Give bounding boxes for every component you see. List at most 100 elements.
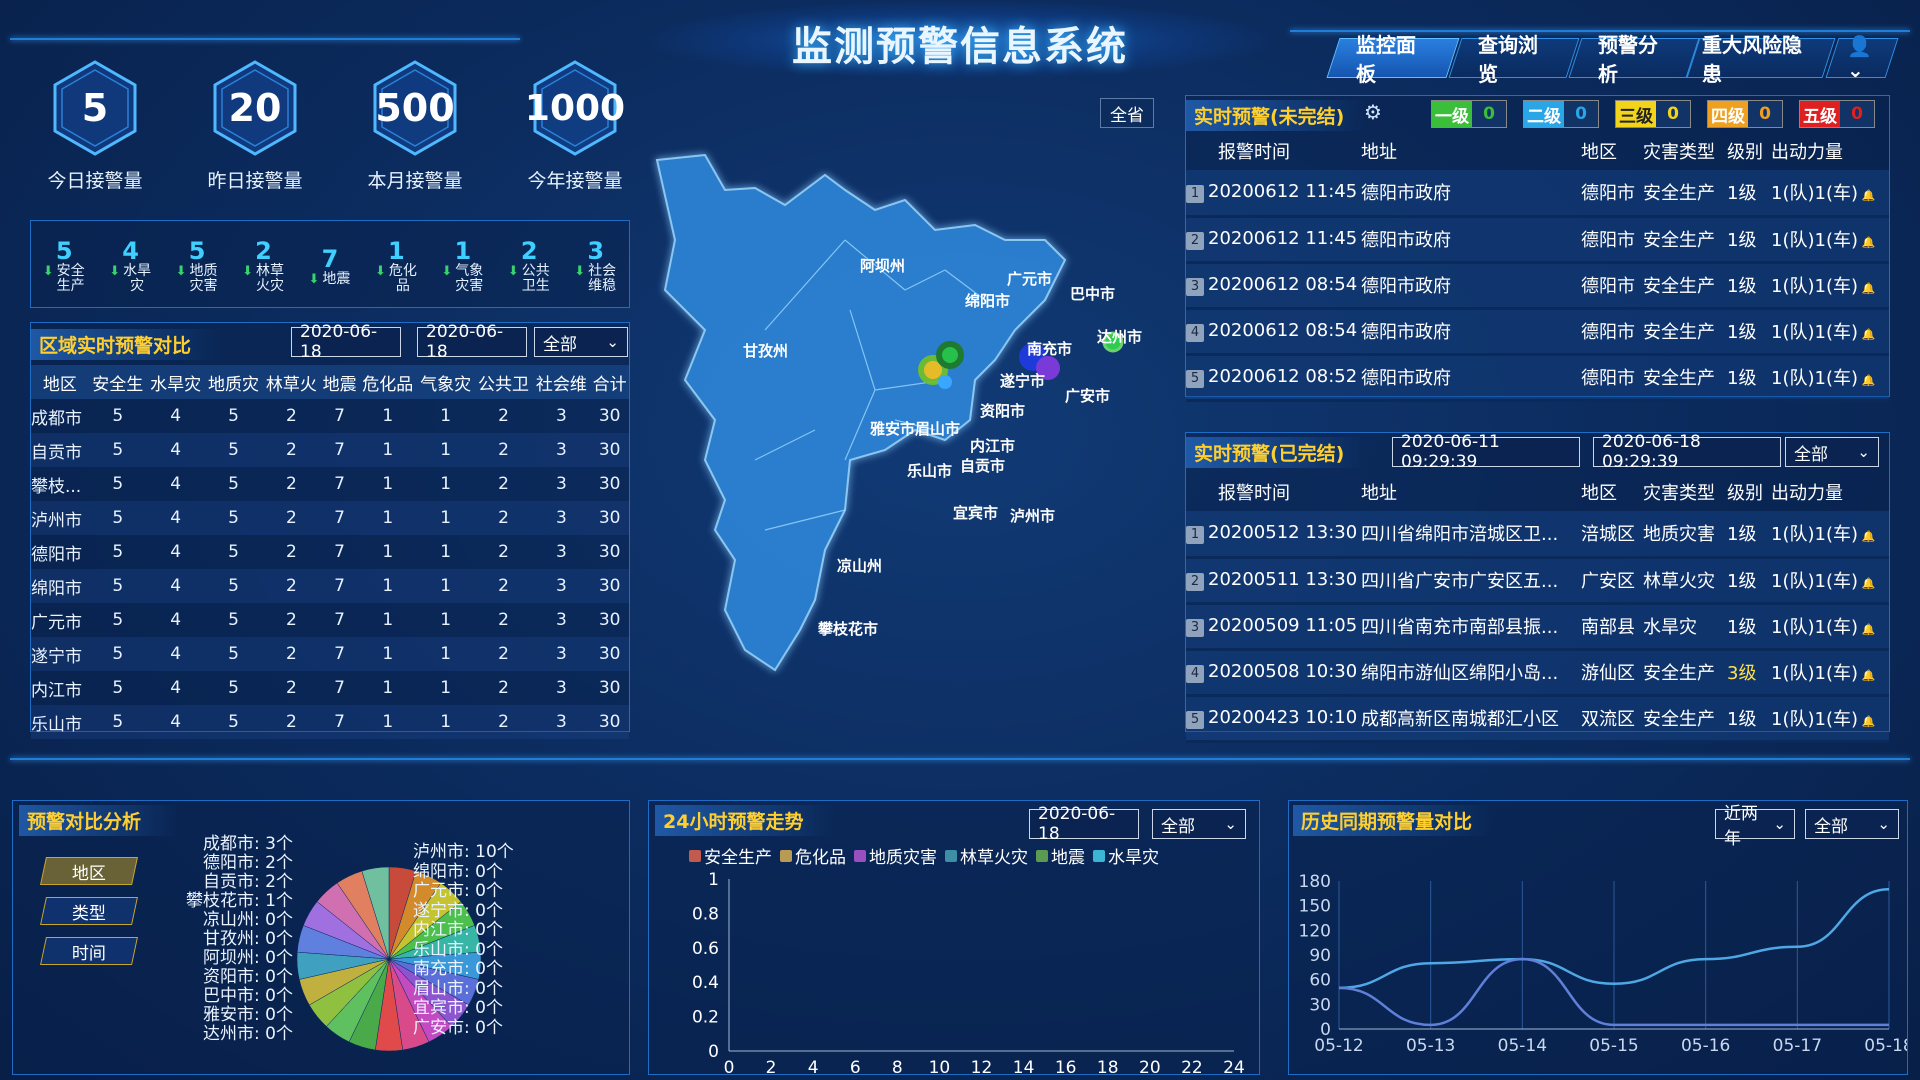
tab-analysis[interactable]: 预警分析	[1568, 33, 1700, 86]
compare-by-time-button[interactable]: 时间	[40, 937, 138, 965]
table-cell: 30	[590, 501, 629, 535]
bell-icon[interactable]: 🔔	[1858, 715, 1875, 728]
alert-row[interactable]: 3 20200509 11:05 四川省南充市南部县振... 南部县 水旱灾 1级 1(队)…	[1186, 603, 1889, 651]
done-alerts-title: 实时预警(已完结)	[1186, 437, 1366, 468]
history-range-select[interactable]: 近两年	[1715, 804, 1795, 849]
province-all-button[interactable]: 全省	[1100, 98, 1154, 128]
legend-item[interactable]: 安全生产	[689, 843, 772, 868]
table-row[interactable]: 广元市 5 4 5 2 7 1 1 2 3 30	[31, 603, 629, 637]
table-cell: 自贡市	[31, 433, 89, 467]
done-start-date[interactable]: 2020-06-11 09:29:39	[1392, 432, 1580, 472]
column-header: 气象灾	[416, 365, 475, 399]
alert-row[interactable]: 4 20200612 08:54 德阳市政府 德阳市 安全生产 1级 1(队)1(车) 🔔	[1186, 308, 1889, 356]
alert-time-cell: 1 20200512 13:30	[1186, 511, 1361, 559]
table-cell: 2	[498, 610, 509, 630]
bell-icon[interactable]: 🔔	[1858, 374, 1875, 387]
column-header: 地区	[1581, 483, 1617, 504]
column-header: 灾害类型	[1643, 142, 1715, 163]
level-badge-3[interactable]: 三级 0	[1615, 100, 1691, 128]
alert-row[interactable]: 4 20200508 10:30 绵阳市游仙区绵阳小岛... 游仙区 安全生产 3级 1(队…	[1186, 649, 1889, 697]
bell-icon[interactable]: 🔔	[1858, 236, 1875, 249]
done-alerts-panel: 实时预警(已完结) 2020-06-11 09:29:39 2020-06-18…	[1185, 432, 1890, 743]
alert-time: 20200612 08:54	[1208, 274, 1358, 295]
compare-by-type-button[interactable]: 类型	[40, 897, 138, 925]
table-row[interactable]: 成都市 5 4 5 2 7 1 1 2 3 30	[31, 399, 629, 433]
table-cell: 2	[474, 569, 533, 603]
done-end-date[interactable]: 2020-06-18 09:29:39	[1593, 432, 1781, 472]
table-cell: 2	[474, 637, 533, 671]
button-label: 地区	[72, 863, 106, 884]
legend-item[interactable]: 地震	[1036, 843, 1085, 868]
bell-icon[interactable]: 🔔	[1858, 189, 1875, 202]
alert-type: 安全生产	[1643, 262, 1727, 310]
button-label: 类型	[72, 903, 106, 924]
map-label: 自贡市	[960, 457, 1006, 475]
bell-icon[interactable]: 🔔	[1858, 669, 1875, 682]
table-cell: 30	[590, 569, 629, 603]
y-tick-label: 150	[1299, 897, 1331, 917]
alert-area: 游仙区	[1581, 649, 1643, 697]
settings-icon[interactable]: ⚙	[1364, 100, 1382, 124]
level-badge-2[interactable]: 二级 0	[1523, 100, 1599, 128]
bell-icon[interactable]: 🔔	[1858, 328, 1875, 341]
bell-icon[interactable]: 🔔	[1858, 282, 1875, 295]
level-badge-4[interactable]: 四级 0	[1707, 100, 1783, 128]
region-end-date[interactable]: 2020-06-18	[417, 322, 527, 362]
alert-row[interactable]: 5 20200612 08:52 德阳市政府 德阳市 安全生产 1级 1(队)1(车) 🔔	[1186, 354, 1889, 402]
category-label: 气象灾害	[455, 263, 484, 294]
bell-icon[interactable]: 🔔	[1858, 530, 1875, 543]
trend24-type-select[interactable]: 全部	[1152, 809, 1246, 839]
legend-item[interactable]: 林草火灾	[945, 843, 1028, 868]
done-type-select[interactable]: 全部	[1785, 437, 1879, 467]
alert-level: 1级	[1727, 262, 1771, 310]
region-type-select[interactable]: 全部	[534, 327, 628, 357]
alert-row[interactable]: 5 20200423 10:10 成都高新区南城都汇小区 双流区 安全生产 1级 1(队)1…	[1186, 695, 1889, 743]
legend-item[interactable]: 水旱灾	[1093, 843, 1159, 868]
table-row[interactable]: 泸州市 5 4 5 2 7 1 1 2 3 30	[31, 501, 629, 535]
table-cell: 1	[382, 406, 394, 426]
column-header: 报警时间	[1218, 483, 1290, 504]
trend24-date[interactable]: 2020-06-18	[1029, 804, 1139, 844]
bell-icon[interactable]: 🔔	[1858, 623, 1875, 636]
map-label: 凉山州	[837, 557, 883, 575]
alert-row[interactable]: 2 20200511 13:30 四川省广安市广安区五... 广安区 林草火灾 1级 1(队…	[1186, 557, 1889, 605]
category-count: 1	[454, 237, 472, 265]
compare-by-region-button[interactable]: 地区	[40, 857, 138, 885]
region-start-date[interactable]: 2020-06-18	[291, 322, 401, 362]
legend-item[interactable]: 地质灾害	[854, 843, 937, 868]
y-tick-label: 0.4	[692, 973, 719, 993]
bell-icon[interactable]: 🔔	[1858, 577, 1875, 590]
table-row[interactable]: 自贡市 5 4 5 2 7 1 1 2 3 30	[31, 433, 629, 467]
alert-time: 20200511 13:30	[1208, 569, 1358, 590]
table-cell: 遂宁市	[31, 637, 89, 671]
table-row[interactable]: 遂宁市 5 4 5 2 7 1 1 2 3 30	[31, 637, 629, 671]
table-row[interactable]: 绵阳市 5 4 5 2 7 1 1 2 3 30	[31, 569, 629, 603]
history-type-select[interactable]: 全部	[1805, 809, 1899, 839]
level-name: 三级	[1616, 101, 1656, 127]
tab-risk[interactable]: 重大风险隐患	[1686, 33, 1836, 86]
alert-row[interactable]: 1 20200612 11:45 德阳市政府 德阳市 安全生产 1级 1(队)1(车) 🔔	[1186, 170, 1889, 218]
table-row[interactable]: 内江市 5 4 5 2 7 1 1 2 3 30	[31, 671, 629, 705]
table-cell: 5	[88, 501, 147, 535]
table-cell: 30	[590, 433, 629, 467]
column-header: 出动力量	[1771, 483, 1843, 504]
level-badge-5[interactable]: 五级 0	[1799, 100, 1875, 128]
alert-row[interactable]: 3 20200612 08:54 德阳市政府 德阳市 安全生产 1级 1(队)1(车) 🔔	[1186, 262, 1889, 310]
province-map[interactable]: 阿坝州 甘孜州 广元市 巴中市 绵阳市 南充市 达州市 遂宁市 广安市 资阳市 …	[645, 130, 1175, 680]
user-menu-button[interactable]: 👤⌄	[1825, 34, 1899, 82]
region-panel-title: 区域实时预警对比	[31, 329, 221, 360]
tab-monitor[interactable]: 监控面板	[1326, 33, 1460, 86]
alert-row[interactable]: 1 20200512 13:30 四川省绵阳市涪城区卫... 涪城区 地质灾害 1级 1(队…	[1186, 511, 1889, 559]
legend-item[interactable]: 危化品	[780, 843, 846, 868]
tab-query[interactable]: 查询浏览	[1448, 33, 1580, 86]
table-row[interactable]: 德阳市 5 4 5 2 7 1 1 2 3 30	[31, 535, 629, 569]
level-badge-1[interactable]: 一级 0	[1431, 100, 1507, 128]
table-row[interactable]: 乐山市 5 4 5 2 7 1 1 2 3 30	[31, 705, 629, 739]
kpi-month-value: 500	[375, 86, 455, 130]
category-item: 7 ⬇ 地震	[297, 246, 363, 287]
alert-type: 地质灾害	[1643, 511, 1727, 559]
map-label: 资阳市	[980, 402, 1026, 420]
kpi-month: 500 本月接警量	[360, 58, 470, 213]
table-row[interactable]: 攀枝... 5 4 5 2 7 1 1 2 3 30	[31, 467, 629, 501]
alert-row[interactable]: 2 20200612 11:45 德阳市政府 德阳市 安全生产 1级 1(队)1(车) 🔔	[1186, 216, 1889, 264]
